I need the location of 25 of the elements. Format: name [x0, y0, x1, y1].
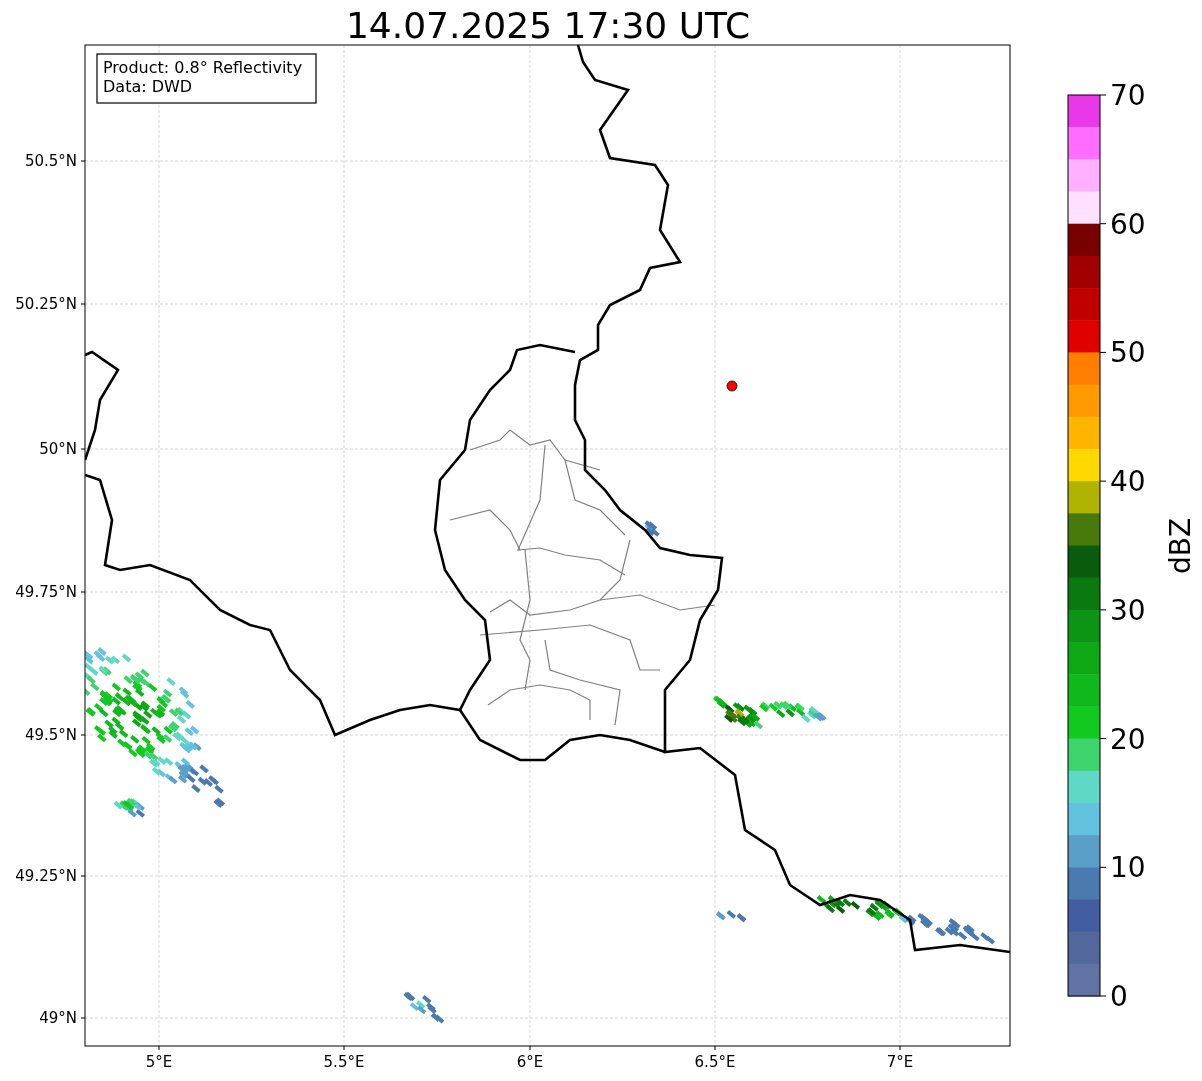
- colorbar-label: dBZ: [1164, 517, 1197, 575]
- axis-tick-label: 5°E: [145, 1053, 173, 1071]
- colorbar-tick-label: 60: [1110, 207, 1146, 241]
- colorbar-tick-label: 10: [1110, 851, 1146, 885]
- colorbar-tick-label: 50: [1110, 336, 1146, 370]
- chart-title: 14.07.2025 17:30 UTC: [345, 5, 751, 46]
- axis-tick-label: 49.75°N: [15, 583, 77, 601]
- colorbar-tick-label: 30: [1110, 593, 1146, 627]
- axis-tick-label: 50.25°N: [15, 295, 77, 313]
- axis-tick-label: 50°N: [39, 440, 77, 458]
- axis-tick-label: 7°E: [886, 1053, 914, 1071]
- axis-tick-label: 50.5°N: [24, 152, 77, 170]
- axis-tick-label: 49.25°N: [15, 867, 77, 885]
- colorbar-tick-label: 20: [1110, 722, 1146, 756]
- colorbar-tick-label: 40: [1110, 465, 1146, 499]
- axis-tick-label: 6.5°E: [694, 1053, 736, 1071]
- location-marker: [726, 380, 738, 392]
- info-text: Data: DWD: [103, 77, 193, 96]
- info-text: Product: 0.8° Reflectivity: [103, 58, 303, 77]
- colorbar-tick-label: 70: [1110, 79, 1146, 112]
- axis-tick-label: 49°N: [39, 1009, 77, 1027]
- axis-tick-label: 5.5°E: [323, 1053, 365, 1071]
- axis-tick-label: 6°E: [516, 1053, 544, 1071]
- axis-tick-label: 49.5°N: [24, 726, 77, 744]
- colorbar-tick-label: 0: [1110, 980, 1128, 1013]
